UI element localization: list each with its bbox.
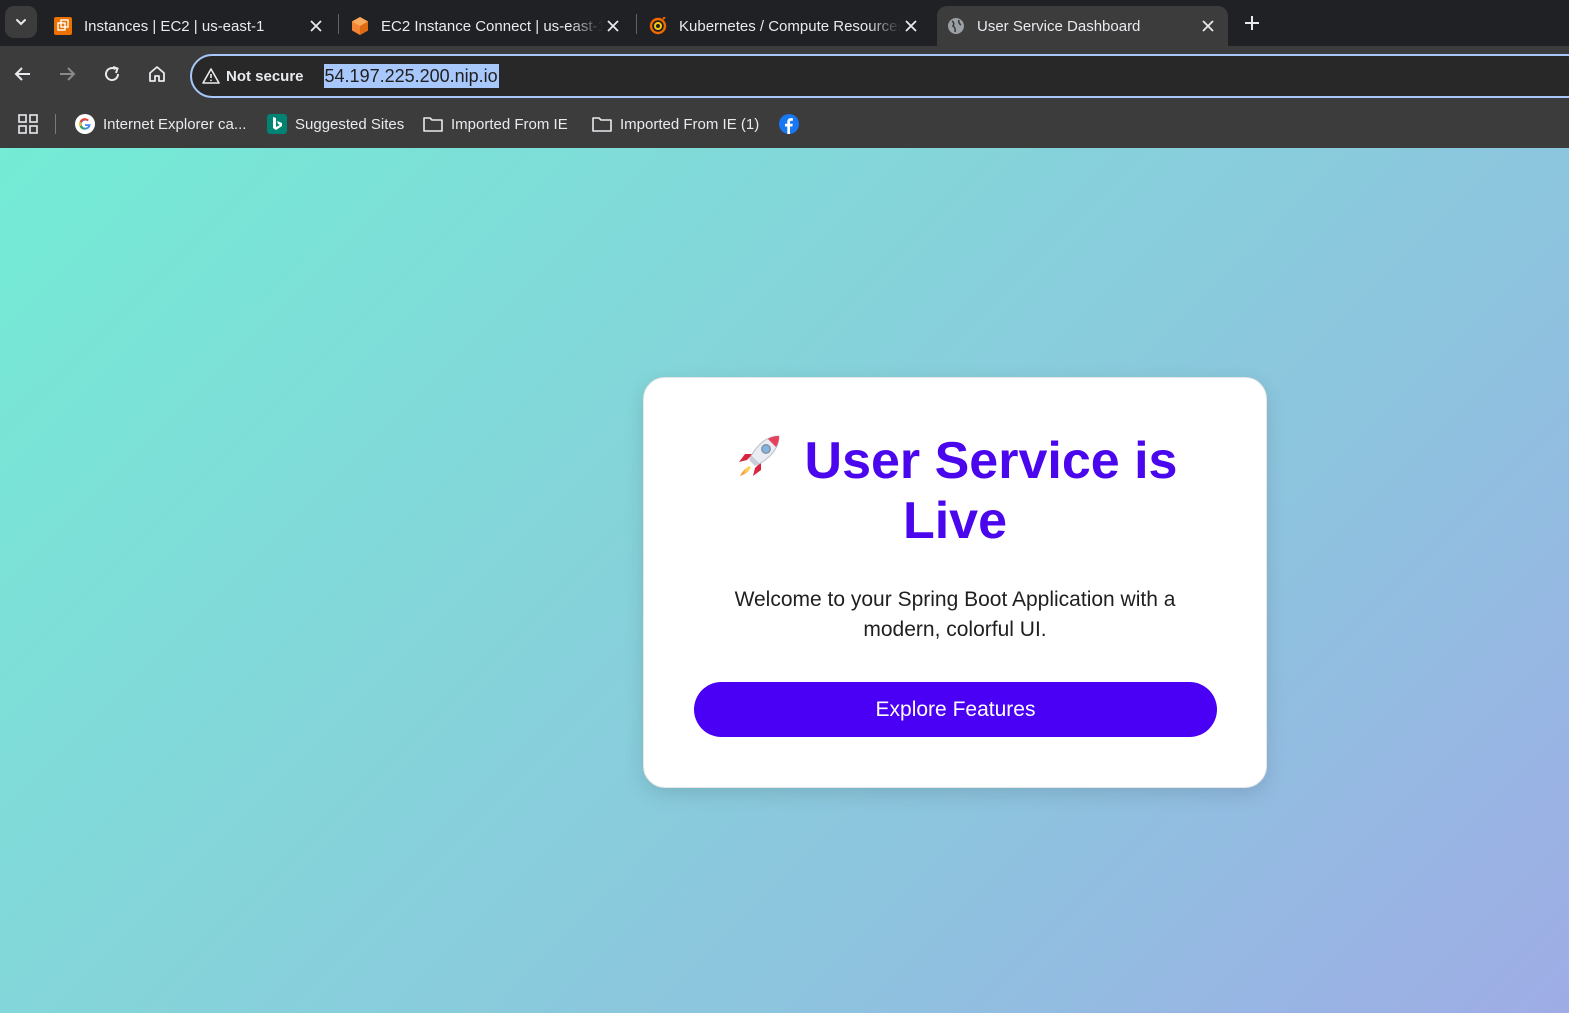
bookmark-facebook[interactable] xyxy=(779,110,807,138)
bookmark-label: Suggested Sites xyxy=(295,115,405,133)
page-subtitle: Welcome to your Spring Boot Application … xyxy=(734,588,1176,641)
tab-title: Kubernetes / Compute Resources xyxy=(679,17,901,35)
folder-icon xyxy=(592,114,612,134)
google-icon xyxy=(75,114,95,134)
home-button[interactable] xyxy=(142,59,172,89)
rocket-icon xyxy=(738,435,780,476)
tab-search-button[interactable] xyxy=(5,6,37,38)
globe-icon xyxy=(947,17,965,35)
security-label: Not secure xyxy=(226,67,304,85)
tab-user-service[interactable]: User Service Dashboard xyxy=(937,6,1228,46)
bookmark-label: Internet Explorer ca... xyxy=(103,115,247,133)
home-icon xyxy=(149,66,165,82)
tab-grafana[interactable]: Kubernetes / Compute Resources xyxy=(639,6,931,46)
reload-button[interactable] xyxy=(97,59,127,89)
close-icon[interactable] xyxy=(603,16,623,36)
arrow-right-icon xyxy=(60,67,76,81)
browser-toolbar: Not secure 54.197.225.200.nip.io xyxy=(0,46,1569,102)
explore-features-button[interactable]: Explore Features xyxy=(694,682,1217,737)
bookmarks-bar: Internet Explorer ca... Suggested Sites … xyxy=(0,102,1569,148)
facebook-icon xyxy=(779,114,799,134)
bookmark-folder-imported-ie-1[interactable]: Imported From IE (1) xyxy=(592,110,759,138)
folder-icon xyxy=(423,114,443,134)
address-bar[interactable]: Not secure 54.197.225.200.nip.io xyxy=(190,54,1569,98)
security-chip[interactable]: Not secure xyxy=(202,67,304,85)
tab-title: EC2 Instance Connect | us-east-1 xyxy=(381,17,603,35)
tab-separator xyxy=(636,14,637,34)
tab-title: Instances | EC2 | us-east-1 xyxy=(84,17,265,35)
tab-strip: Instances | EC2 | us-east-1 EC2 Instance… xyxy=(0,0,1569,46)
forward-button[interactable] xyxy=(52,59,82,89)
aws-box-icon xyxy=(351,17,369,35)
bookmark-folder-imported-ie[interactable]: Imported From IE xyxy=(423,110,568,138)
close-icon[interactable] xyxy=(306,16,326,36)
grafana-icon xyxy=(649,17,667,35)
url-text[interactable]: 54.197.225.200.nip.io xyxy=(323,63,499,88)
page-viewport: User Service is Live Welcome to your Spr… xyxy=(0,148,1569,1013)
close-icon[interactable] xyxy=(901,16,921,36)
plus-icon xyxy=(1245,16,1259,30)
tab-ec2-instances[interactable]: Instances | EC2 | us-east-1 xyxy=(44,6,336,46)
bookmarks-separator xyxy=(55,114,56,134)
chevron-down-icon xyxy=(16,19,26,26)
warning-icon xyxy=(202,67,220,85)
tab-ec2-connect[interactable]: EC2 Instance Connect | us-east-1 xyxy=(341,6,633,46)
page-title: User Service is Live xyxy=(644,428,1266,551)
bookmark-internet-explorer[interactable]: Internet Explorer ca... xyxy=(75,110,246,138)
arrow-left-icon xyxy=(14,67,30,81)
apps-grid-icon[interactable] xyxy=(17,113,39,135)
hero-card: User Service is Live Welcome to your Spr… xyxy=(643,377,1267,788)
url-selection: 54.197.225.200.nip.io xyxy=(323,63,499,88)
reload-icon xyxy=(105,66,120,82)
bookmark-label: Imported From IE xyxy=(451,115,568,133)
bing-icon xyxy=(267,114,287,134)
back-button[interactable] xyxy=(8,59,38,89)
close-icon[interactable] xyxy=(1198,16,1218,36)
bookmark-suggested-sites[interactable]: Suggested Sites xyxy=(267,110,404,138)
bookmark-label: Imported From IE (1) xyxy=(620,115,760,133)
new-tab-button[interactable] xyxy=(1238,9,1266,37)
aws-ec2-icon xyxy=(54,17,72,35)
page-title-text: User Service is Live xyxy=(804,432,1178,550)
tab-separator xyxy=(338,14,339,34)
tab-title: User Service Dashboard xyxy=(977,17,1141,35)
